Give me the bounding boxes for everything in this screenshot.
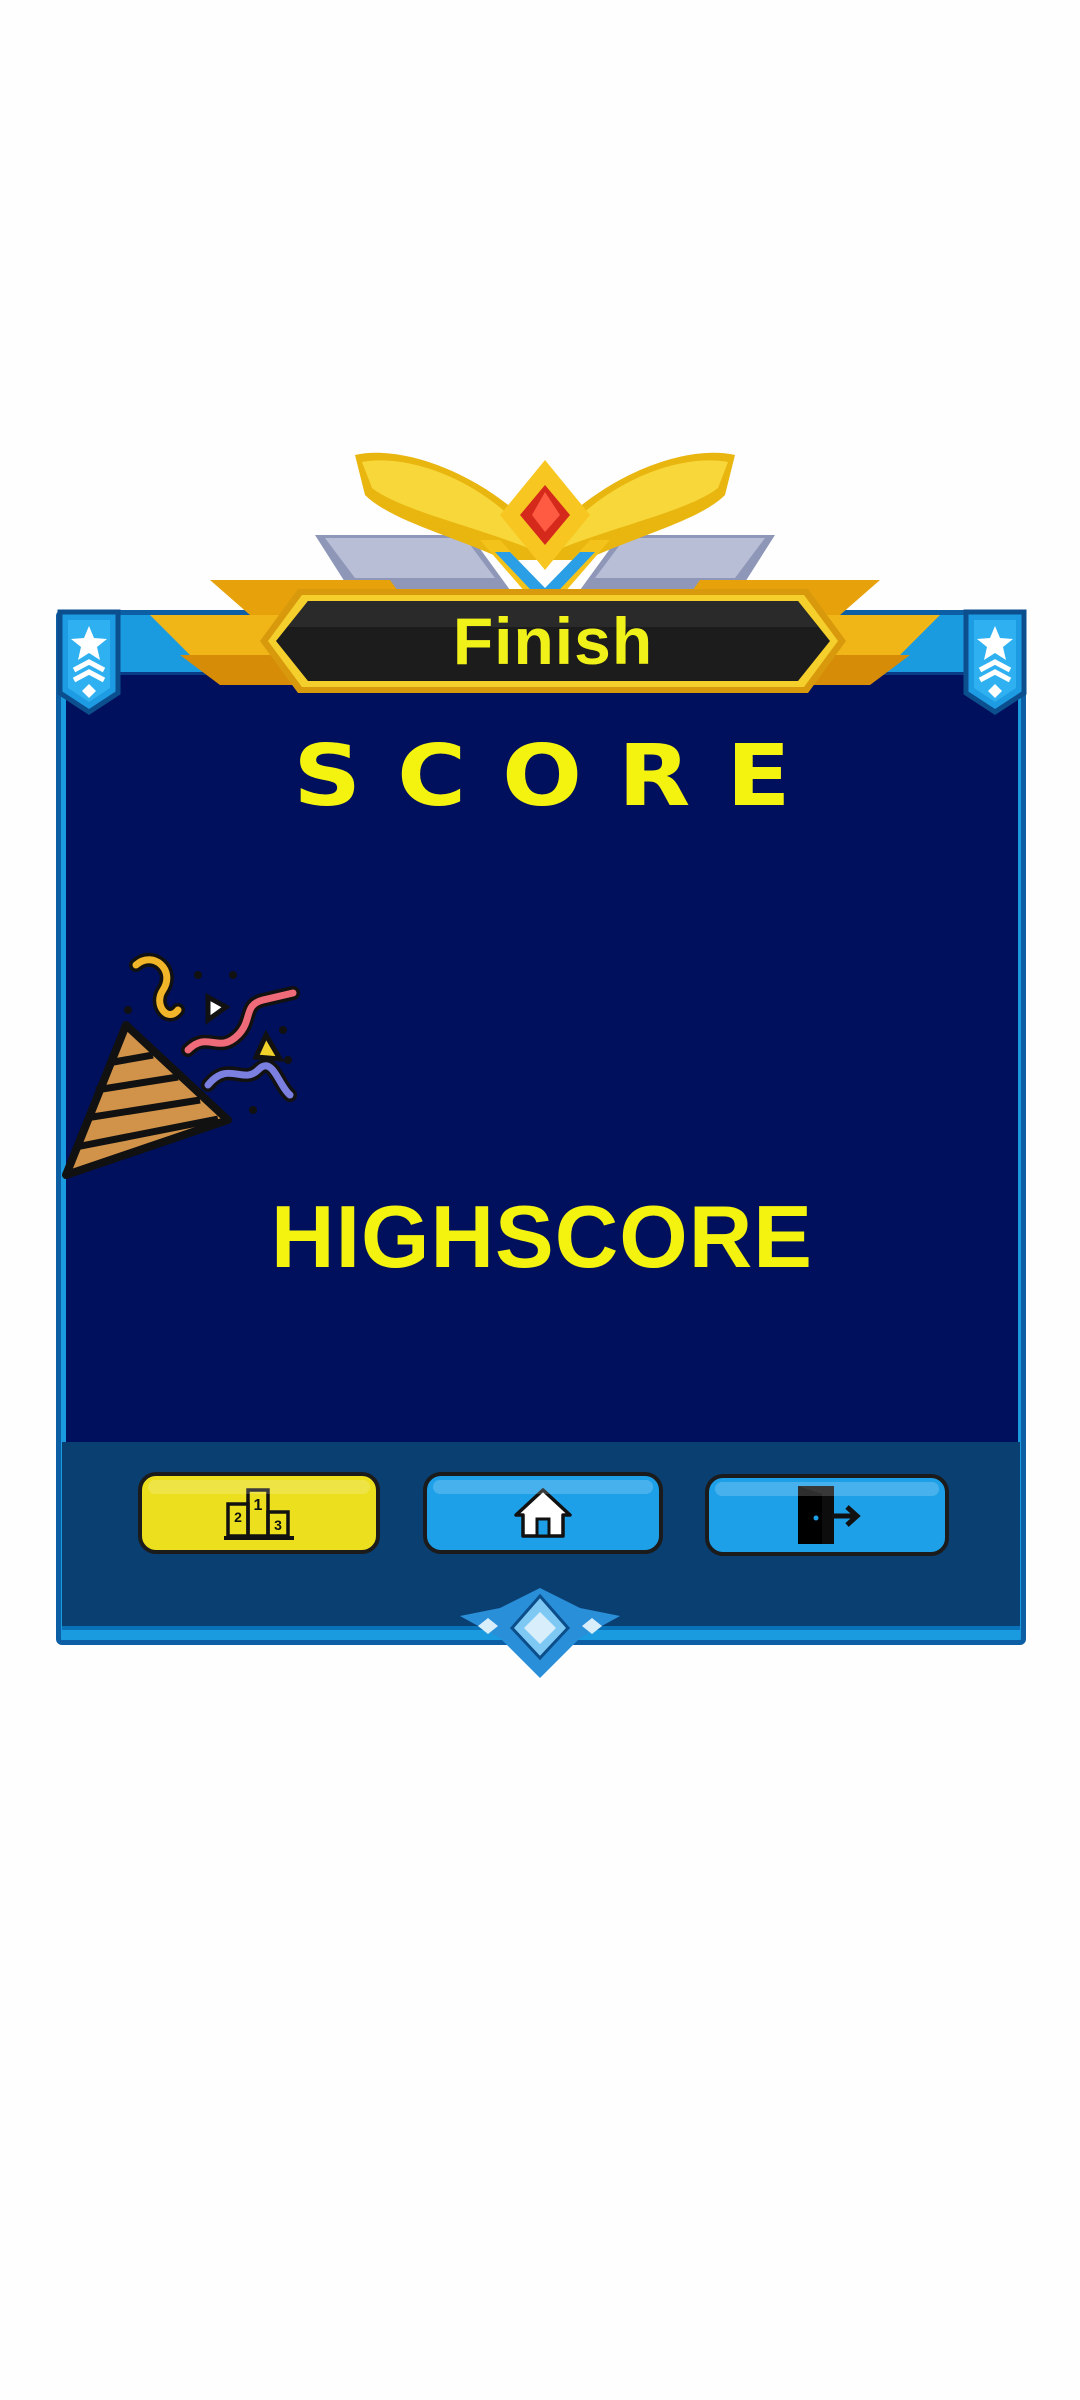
svg-text:1: 1 xyxy=(254,1497,263,1514)
party-popper-icon xyxy=(62,952,300,1179)
star-badge-left-icon xyxy=(57,609,121,715)
podium-icon: 1 2 3 xyxy=(224,1488,294,1540)
svg-text:2: 2 xyxy=(234,1509,242,1525)
banner-title: Finish xyxy=(452,604,654,678)
title-banner: Finish xyxy=(258,587,848,695)
score-label: SCORE xyxy=(293,727,827,826)
star-badge-right-icon xyxy=(963,609,1027,715)
exit-button[interactable] xyxy=(705,1474,949,1556)
home-button[interactable] xyxy=(423,1472,663,1554)
highscore-label: HIGHSCORE xyxy=(271,1187,813,1286)
home-icon xyxy=(514,1488,572,1538)
diamond-ornament-icon xyxy=(460,1588,620,1678)
game-over-screen: Finish SCORE HIGHSCORE 1 2 3 xyxy=(0,0,1080,2400)
svg-text:3: 3 xyxy=(274,1517,282,1533)
exit-door-icon xyxy=(798,1486,861,1544)
leaderboard-button[interactable]: 1 2 3 xyxy=(138,1472,380,1554)
